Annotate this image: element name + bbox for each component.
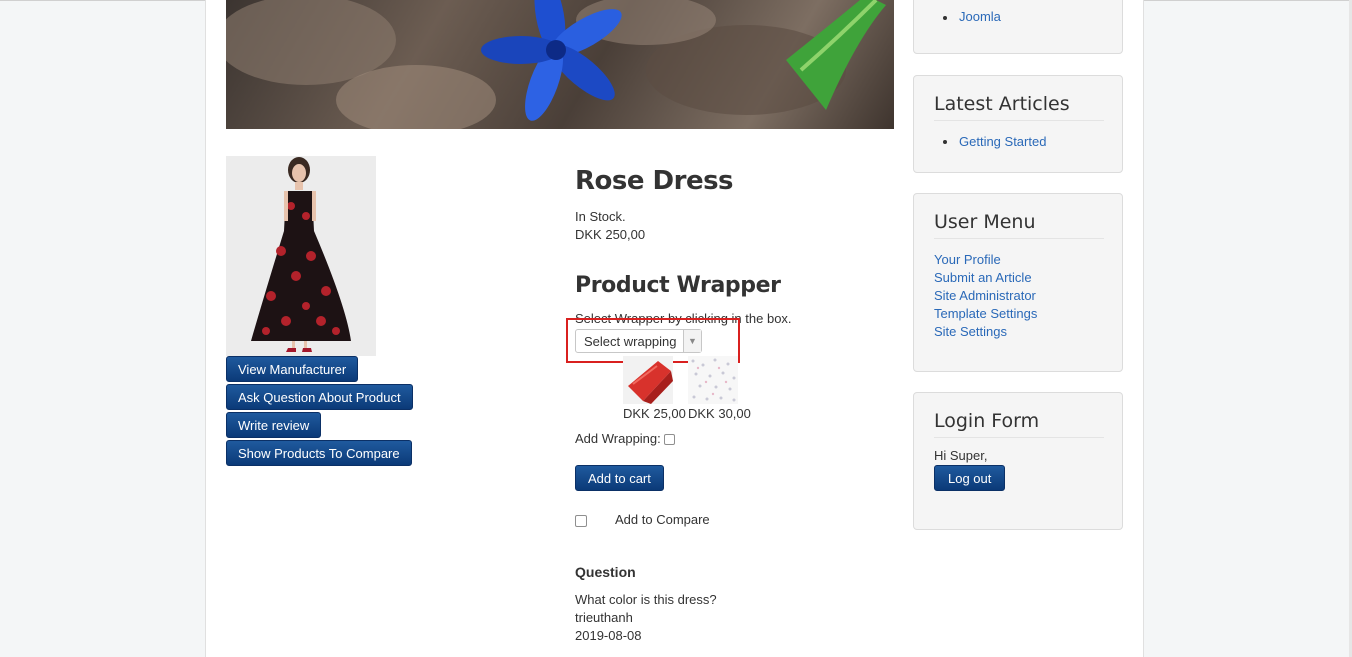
add-to-compare-label: Add to Compare (615, 512, 710, 527)
confetti-wrap-image (688, 356, 738, 404)
latest-articles-title: Latest Articles (934, 93, 1104, 121)
header-banner-image (226, 0, 894, 129)
sidebar-link-joomla[interactable]: Joomla (959, 9, 1001, 24)
product-price: DKK 250,00 (575, 227, 646, 242)
product-image[interactable] (226, 156, 376, 356)
write-review-button[interactable]: Write review (226, 412, 322, 438)
add-to-compare-checkbox[interactable] (575, 515, 587, 527)
user-menu-module: User Menu Your Profile Submit an Article… (913, 193, 1123, 372)
wrapper-price-2: DKK 30,00 (688, 406, 751, 421)
wrapper-price-1: DKK 25,00 (623, 406, 686, 421)
red-wrap-image (623, 356, 673, 404)
add-to-cart-button[interactable]: Add to cart (575, 465, 664, 491)
dress-illustration (226, 156, 376, 356)
login-greeting: Hi Super, (934, 448, 988, 463)
login-form-title: Login Form (934, 410, 1104, 438)
ask-question-button[interactable]: Ask Question About Product (226, 384, 413, 410)
product-title: Rose Dress (575, 166, 734, 196)
bullet-icon (943, 16, 947, 20)
menu-link-your-profile[interactable]: Your Profile (934, 252, 1001, 267)
latest-articles-module: Latest Articles Getting Started (913, 75, 1123, 173)
wrapper-swatch-red[interactable] (623, 356, 673, 404)
menu-link-template-settings[interactable]: Template Settings (934, 306, 1037, 321)
wrapper-swatch-confetti[interactable] (688, 356, 738, 404)
user-menu-title: User Menu (934, 211, 1104, 239)
wrapper-heading: Product Wrapper (575, 273, 781, 298)
question-heading: Question (575, 564, 636, 580)
sidebar-module-top: Joomla (913, 0, 1123, 54)
stock-status: In Stock. (575, 209, 626, 224)
menu-link-site-administrator[interactable]: Site Administrator (934, 288, 1036, 303)
logout-button[interactable]: Log out (934, 465, 1006, 491)
question-author: trieuthanh (575, 610, 633, 625)
banner-illustration (226, 0, 886, 129)
menu-link-submit-article[interactable]: Submit an Article (934, 270, 1032, 285)
show-compare-button[interactable]: Show Products To Compare (226, 440, 412, 466)
menu-link-site-settings[interactable]: Site Settings (934, 324, 1007, 339)
view-manufacturer-button[interactable]: View Manufacturer (226, 356, 359, 382)
question-text: What color is this dress? (575, 592, 717, 607)
login-form-module: Login Form Hi Super, Log out (913, 392, 1123, 530)
add-wrapping-label: Add Wrapping: (575, 431, 661, 446)
article-link-getting-started[interactable]: Getting Started (959, 134, 1046, 149)
bullet-icon (943, 140, 947, 144)
question-date: 2019-08-08 (575, 628, 642, 643)
add-wrapping-checkbox[interactable] (664, 434, 675, 445)
